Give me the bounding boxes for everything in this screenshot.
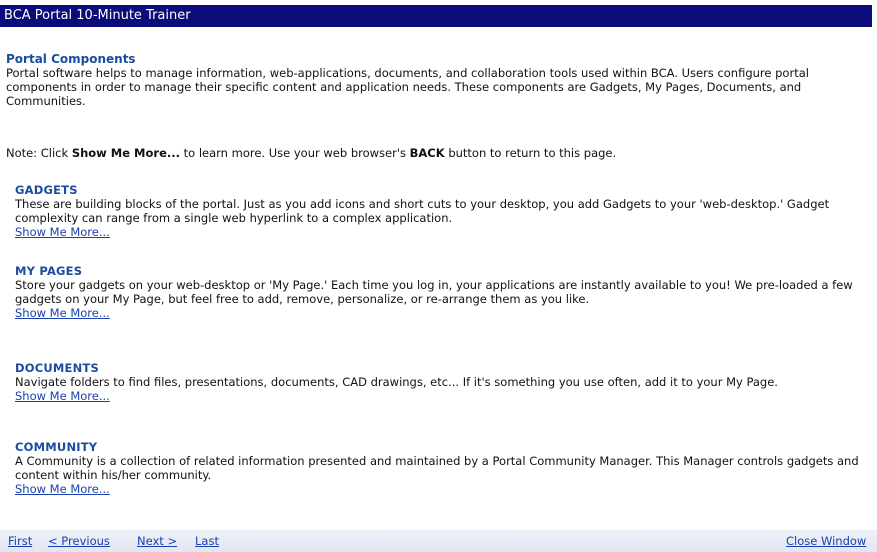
last-link[interactable]: Last — [195, 530, 219, 552]
close-window-link[interactable]: Close Window — [786, 530, 866, 552]
intro-body: Portal software helps to manage informat… — [6, 66, 809, 108]
previous-link[interactable]: < Previous — [48, 530, 110, 552]
section-body: Store your gadgets on your web-desktop o… — [15, 278, 853, 306]
footer-nav: First < Previous Next > Last Close Windo… — [0, 530, 877, 552]
section-heading: DOCUMENTS — [15, 361, 99, 375]
show-me-more-link-gadgets[interactable]: Show Me More... — [15, 225, 110, 239]
section-documents: DOCUMENTS Navigate folders to find files… — [15, 361, 873, 403]
section-body: These are building blocks of the portal.… — [15, 197, 830, 225]
note-text: Note: Click Show Me More... to learn mor… — [6, 146, 868, 160]
note-prefix: Note: Click — [6, 146, 72, 160]
note-back: BACK — [409, 146, 445, 160]
section-heading: MY PAGES — [15, 264, 83, 278]
section-heading: COMMUNITY — [15, 440, 98, 454]
section-heading: GADGETS — [15, 183, 78, 197]
section-my-pages: MY PAGES Store your gadgets on your web-… — [15, 264, 873, 320]
note-show-me-more: Show Me More... — [71, 146, 180, 160]
section-body: A Community is a collection of related i… — [15, 454, 859, 482]
show-me-more-link-community[interactable]: Show Me More... — [15, 482, 110, 496]
intro-section: Portal Components Portal software helps … — [6, 52, 868, 108]
note-middle: to learn more. Use your web browser's — [179, 146, 410, 160]
note-suffix: button to return to this page. — [444, 146, 617, 160]
section-body: Navigate folders to find files, presenta… — [15, 375, 778, 389]
section-gadgets: GADGETS These are building blocks of the… — [15, 183, 873, 239]
next-link[interactable]: Next > — [137, 530, 177, 552]
intro-heading: Portal Components — [6, 52, 136, 66]
show-me-more-link-my-pages[interactable]: Show Me More... — [15, 306, 110, 320]
window-title-bar: BCA Portal 10-Minute Trainer — [0, 5, 872, 27]
window-title: BCA Portal 10-Minute Trainer — [4, 8, 191, 23]
first-link[interactable]: First — [8, 530, 32, 552]
show-me-more-link-documents[interactable]: Show Me More... — [15, 389, 110, 403]
section-community: COMMUNITY A Community is a collection of… — [15, 440, 873, 496]
